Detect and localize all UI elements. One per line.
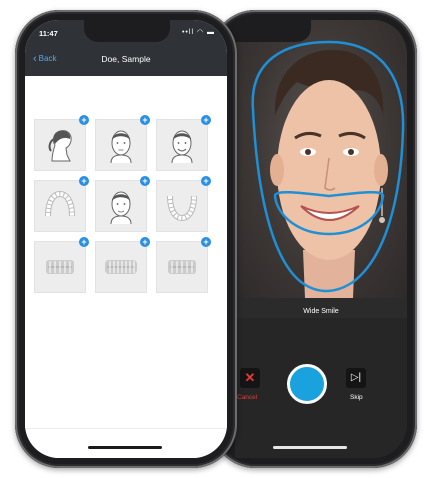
smiling-face-icon bbox=[171, 130, 193, 164]
shutter-button[interactable] bbox=[287, 364, 327, 404]
photo-slot[interactable]: + bbox=[95, 115, 150, 171]
upper-arch-icon bbox=[45, 190, 75, 217]
photo-slot[interactable]: + bbox=[95, 176, 150, 232]
gallery-screen: 11:47 ••ll ◠ ▬ ‹ Back Doe, Sample + + + … bbox=[25, 20, 227, 458]
skip-icon: ▷| bbox=[350, 372, 362, 383]
add-photo-button[interactable]: + bbox=[79, 115, 89, 125]
profile-head-icon bbox=[48, 130, 72, 162]
front-bite-icon bbox=[105, 260, 137, 274]
gallery-phone: 11:47 ••ll ◠ ▬ ‹ Back Doe, Sample + + + … bbox=[15, 10, 237, 468]
capture-step-caption: Wide Smile bbox=[303, 308, 339, 315]
camera-phone: Wide Smile ✕ Cancel ▷| Skip bbox=[211, 10, 417, 468]
phone-notch bbox=[84, 20, 170, 42]
add-photo-button[interactable]: + bbox=[201, 115, 211, 125]
cancel-button[interactable]: ✕ bbox=[240, 368, 260, 388]
add-photo-button[interactable]: + bbox=[201, 176, 211, 186]
photo-slot[interactable]: + bbox=[156, 115, 211, 171]
camera-screen: Wide Smile ✕ Cancel ▷| Skip bbox=[235, 20, 407, 458]
status-time: 11:47 bbox=[39, 29, 58, 38]
photo-slot[interactable]: + bbox=[95, 237, 150, 293]
cancel-label: Cancel bbox=[237, 394, 258, 401]
photo-grid: + + + + + + + + + bbox=[34, 115, 211, 293]
camera-controls: ✕ Cancel ▷| Skip bbox=[235, 318, 407, 458]
face-preview-image bbox=[251, 40, 405, 298]
right-bite-icon bbox=[46, 260, 74, 274]
add-photo-button[interactable]: + bbox=[79, 176, 89, 186]
status-icons: ••ll ◠ ▬ bbox=[181, 29, 215, 36]
photo-slot[interactable]: + bbox=[156, 176, 211, 232]
skip-label: Skip bbox=[350, 394, 363, 401]
left-bite-icon bbox=[168, 260, 196, 274]
photo-slots: + + + + + + + + + bbox=[25, 76, 227, 458]
divider bbox=[25, 428, 227, 429]
add-photo-button[interactable]: + bbox=[201, 237, 211, 247]
phone-notch bbox=[235, 20, 311, 42]
add-photo-button[interactable]: + bbox=[79, 237, 89, 247]
photo-slot[interactable]: + bbox=[34, 237, 89, 293]
close-icon: ✕ bbox=[244, 370, 256, 385]
face-photo-icon bbox=[110, 191, 132, 225]
skip-button[interactable]: ▷| bbox=[346, 368, 366, 388]
lower-arch-icon bbox=[167, 195, 197, 222]
add-photo-button[interactable]: + bbox=[140, 237, 150, 247]
home-indicator[interactable] bbox=[273, 446, 347, 449]
photo-slot[interactable]: + bbox=[156, 237, 211, 293]
front-face-icon bbox=[110, 130, 132, 164]
home-indicator[interactable] bbox=[88, 446, 162, 449]
nav-bar: ‹ Back Doe, Sample bbox=[25, 44, 227, 76]
photo-slot[interactable]: + bbox=[34, 176, 89, 232]
add-photo-button[interactable]: + bbox=[140, 115, 150, 125]
camera-preview bbox=[235, 20, 407, 298]
add-photo-button[interactable]: + bbox=[140, 176, 150, 186]
photo-slot[interactable]: + bbox=[34, 115, 89, 171]
page-title: Doe, Sample bbox=[101, 54, 151, 64]
